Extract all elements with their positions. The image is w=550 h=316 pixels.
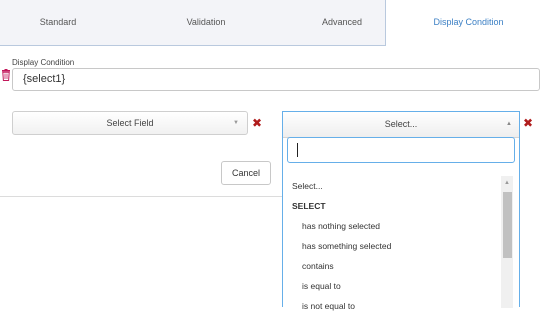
close-icon: ✖ [252,116,263,130]
tab-display-condition[interactable]: Display Condition [385,0,550,46]
tab-validation[interactable]: Validation [148,0,264,45]
close-icon: ✖ [523,116,534,130]
scroll-up-icon[interactable]: ▲ [501,176,513,190]
option-placeholder[interactable]: Select... [283,176,503,196]
tab-standard[interactable]: Standard [0,0,116,45]
display-condition-input[interactable]: {select1} [12,68,540,91]
cancel-button[interactable]: Cancel [221,161,271,185]
tab-divider [0,45,385,46]
field-select[interactable]: Select Field ▼ [12,111,248,135]
option-is-not-equal-to[interactable]: is not equal to [283,296,503,316]
option-group-select: SELECT [292,201,326,211]
operator-search-input[interactable] [287,137,515,163]
operator-select-dropdown[interactable]: Select... ▲ Select... SELECT has nothing… [282,111,520,311]
operator-options-list: Select... SELECT has nothing selected ha… [283,176,503,316]
field-select-value: Select Field [106,118,154,128]
remove-field-button[interactable]: ✖ [252,117,262,129]
section-divider [0,196,282,197]
option-has-nothing-selected[interactable]: has nothing selected [283,216,503,236]
operator-select[interactable]: Select... ▲ [283,112,519,138]
tab-bar: Standard Validation Advanced Display Con… [0,0,550,46]
text-cursor [297,143,298,157]
trash-icon[interactable] [1,69,11,81]
option-is-equal-to[interactable]: is equal to [283,276,503,296]
operator-select-value: Select... [384,119,418,129]
option-has-something-selected[interactable]: has something selected [283,236,503,256]
options-scrollbar[interactable]: ▲ [501,176,513,308]
display-condition-label: Display Condition [12,58,75,67]
caret-down-icon: ▼ [233,120,239,126]
scrollbar-thumb[interactable] [503,192,512,258]
remove-operator-button[interactable]: ✖ [523,117,533,129]
tab-advanced[interactable]: Advanced [284,0,400,45]
option-contains[interactable]: contains [283,256,503,276]
caret-up-icon: ▲ [506,121,512,127]
